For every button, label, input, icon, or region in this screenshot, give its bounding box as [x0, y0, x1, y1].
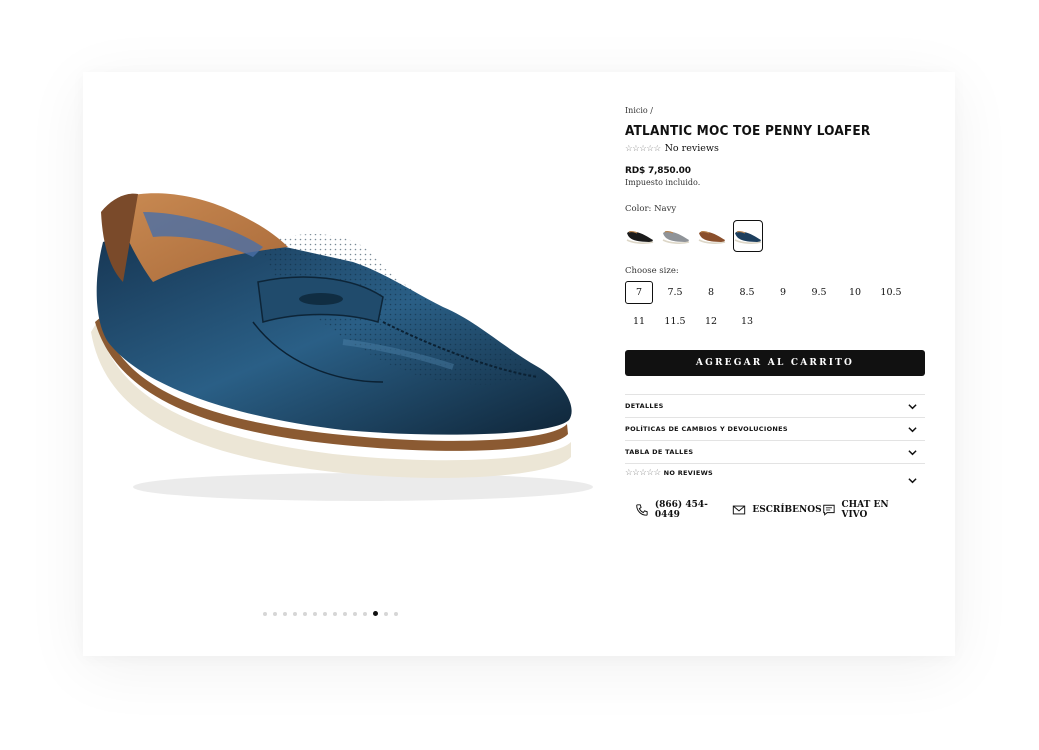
- gallery-dot[interactable]: [323, 611, 327, 616]
- chat-icon: [822, 504, 835, 516]
- contact-options: (866) 454-0449 ESCRÍBENOS CHAT EN VIVO: [625, 500, 925, 520]
- size-option[interactable]: 9: [769, 281, 797, 304]
- color-swatch-cognac[interactable]: [697, 220, 727, 252]
- color-swatch-gray[interactable]: [661, 220, 691, 252]
- gallery-dot[interactable]: [263, 611, 267, 616]
- star-rating-icon: ☆☆☆☆☆: [625, 143, 661, 154]
- accordion-size-chart-label: TABLA DE TALLES: [625, 448, 694, 456]
- size-option[interactable]: 8: [697, 281, 725, 304]
- size-option[interactable]: 11: [625, 310, 653, 333]
- info-accordion: DETALLES POLÍTICAS DE CAMBIOS Y DEVOLUCI…: [625, 394, 925, 494]
- shoe-thumbnail-icon: [698, 230, 726, 244]
- gallery-dot[interactable]: [353, 611, 357, 616]
- product-card: Inicio / ATLANTIC MOC TOE PENNY LOAFER ☆…: [83, 72, 955, 656]
- size-option[interactable]: 12: [697, 310, 725, 333]
- size-label: Choose size:: [625, 266, 679, 276]
- gallery-dot[interactable]: [293, 611, 297, 616]
- color-swatches: [625, 220, 925, 252]
- size-option[interactable]: 13: [733, 310, 761, 333]
- accordion-policies-label: POLÍTICAS DE CAMBIOS Y DEVOLUCIONES: [625, 425, 788, 433]
- size-option[interactable]: 9.5: [805, 281, 833, 304]
- chevron-down-icon: [908, 403, 917, 409]
- gallery-dot[interactable]: [363, 611, 367, 616]
- accordion-size-chart[interactable]: TABLA DE TALLES: [625, 441, 925, 464]
- gallery-dot[interactable]: [394, 611, 398, 616]
- reviews-text: NO REVIEWS: [663, 469, 714, 477]
- chevron-down-icon: [908, 426, 917, 432]
- product-gallery: [83, 72, 603, 656]
- size-option[interactable]: 10.5: [877, 281, 905, 304]
- gallery-dot[interactable]: [283, 611, 287, 616]
- shoe-thumbnail-icon: [662, 230, 690, 244]
- reviews-count: No reviews: [664, 143, 719, 154]
- accordion-details[interactable]: DETALLES: [625, 395, 925, 418]
- tax-note: Impuesto incluido.: [625, 178, 701, 187]
- accordion-reviews-label: ☆☆☆☆☆ NO REVIEWS: [625, 468, 713, 478]
- chat-label: CHAT EN VIVO: [841, 500, 889, 520]
- size-option[interactable]: 7.5: [661, 281, 689, 304]
- size-option[interactable]: 7: [625, 281, 653, 304]
- accordion-details-label: DETALLES: [625, 402, 664, 410]
- gallery-dot[interactable]: [343, 611, 347, 616]
- phone-icon: [636, 504, 648, 516]
- gallery-pagination: [263, 611, 398, 616]
- reviews-summary[interactable]: ☆☆☆☆☆ No reviews: [625, 143, 925, 154]
- chat-link[interactable]: CHAT EN VIVO: [822, 500, 917, 520]
- accordion-policies[interactable]: POLÍTICAS DE CAMBIOS Y DEVOLUCIONES: [625, 418, 925, 441]
- gallery-dot[interactable]: [303, 611, 307, 616]
- product-title: ATLANTIC MOC TOE PENNY LOAFER: [625, 123, 871, 139]
- shoe-thumbnail-icon: [626, 230, 654, 244]
- email-label: ESCRÍBENOS: [752, 505, 822, 515]
- phone-number: (866) 454-0449: [654, 500, 708, 520]
- mail-icon: [733, 505, 746, 515]
- gallery-dot[interactable]: [384, 611, 388, 616]
- breadcrumb[interactable]: Inicio /: [625, 106, 925, 116]
- email-link[interactable]: ESCRÍBENOS: [732, 500, 822, 520]
- product-image[interactable]: [83, 172, 593, 512]
- gallery-dot[interactable]: [373, 611, 378, 616]
- chevron-down-icon: [908, 449, 917, 455]
- product-price: RD$ 7,850.00: [625, 166, 691, 176]
- size-option[interactable]: 8.5: [733, 281, 761, 304]
- color-swatch-navy[interactable]: [733, 220, 763, 252]
- chevron-down-icon: [908, 478, 917, 484]
- product-info: Inicio / ATLANTIC MOC TOE PENNY LOAFER ☆…: [625, 106, 925, 520]
- color-swatch-black[interactable]: [625, 220, 655, 252]
- accordion-reviews[interactable]: ☆☆☆☆☆ NO REVIEWS: [625, 464, 925, 494]
- star-rating-icon: ☆☆☆☆☆: [625, 468, 661, 478]
- size-options: 7 7.5 8 8.5 9 9.5 10 10.5 11 11.5 12 13: [625, 281, 925, 333]
- size-option[interactable]: 10: [841, 281, 869, 304]
- gallery-dot[interactable]: [333, 611, 337, 616]
- gallery-dot[interactable]: [273, 611, 277, 616]
- shoe-thumbnail-icon: [734, 230, 762, 244]
- add-to-cart-button[interactable]: AGREGAR AL CARRITO: [625, 350, 925, 376]
- phone-link[interactable]: (866) 454-0449: [635, 500, 732, 520]
- color-label: Color: Navy: [625, 204, 677, 214]
- size-option[interactable]: 11.5: [661, 310, 689, 333]
- gallery-dot[interactable]: [313, 611, 317, 616]
